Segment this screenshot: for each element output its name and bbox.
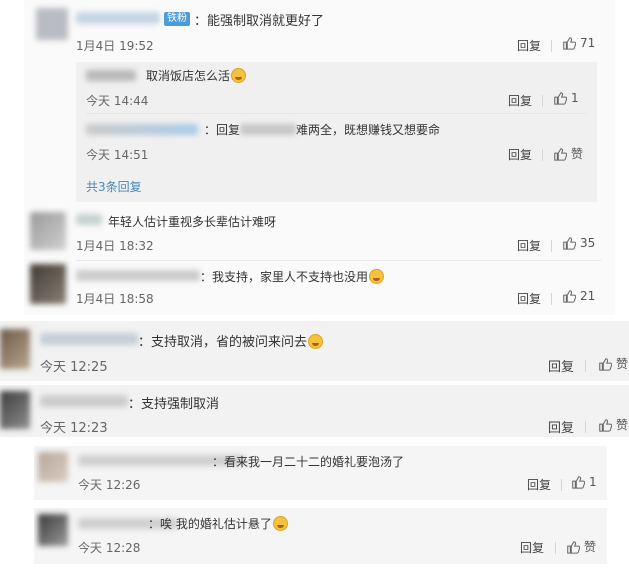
- divider-line: [86, 113, 586, 114]
- comment-text-content: ：我支持，家里人不支持也没用: [200, 270, 369, 284]
- comment-text: 年轻人估计重视多长辈估计难呀: [108, 215, 277, 229]
- reply-prefix: ：回复: [204, 123, 241, 137]
- username-blurred[interactable]: [86, 70, 136, 81]
- comment-text: ：支持强制取消: [128, 397, 220, 412]
- reply-time: 今天 14:51: [86, 148, 149, 162]
- avatar[interactable]: [0, 391, 30, 429]
- thumbs-up-icon: [563, 37, 576, 50]
- comment-panel-4: ：看来我一月二十二的婚礼要泡汤了 今天 12:26 回复 1: [34, 446, 607, 500]
- laugh-emoji-icon: [231, 68, 247, 83]
- comment-panel-3: ：支持强制取消 今天 12:23 回复 赞: [0, 385, 629, 437]
- comment-text: ：看来我一月二十二的婚礼要泡汤了: [212, 455, 405, 469]
- thumbs-up-icon: [572, 476, 585, 489]
- like-count: 71: [580, 36, 596, 50]
- thumbs-up-icon: [563, 290, 576, 303]
- username-blurred[interactable]: [86, 124, 198, 135]
- like-button[interactable]: 35: [562, 236, 595, 250]
- reply-text-content: 难两全，既想赚钱又想要命: [296, 123, 441, 137]
- comment-time: 今天 12:25: [40, 360, 108, 375]
- divider: [551, 40, 552, 52]
- divider: [585, 360, 586, 372]
- comment-time: 今天 12:23: [40, 421, 108, 436]
- crying-emoji-icon: [272, 516, 288, 531]
- like-button[interactable]: 赞: [566, 538, 596, 555]
- like-button[interactable]: 21: [562, 289, 595, 303]
- divider: [561, 479, 562, 491]
- thumbs-up-icon: [563, 237, 576, 250]
- like-count: 21: [580, 289, 596, 303]
- fan-badge: 铁粉: [164, 12, 190, 26]
- comment-time: 1月4日 18:58: [76, 292, 154, 306]
- reply-text: 取消饭店怎么活: [146, 67, 247, 84]
- reply-text: ：回复 难两全，既想赚钱又想要命: [204, 121, 440, 138]
- divider: [542, 95, 543, 107]
- username-blurred[interactable]: [40, 333, 138, 345]
- reply-button[interactable]: 回复: [508, 146, 532, 163]
- username-blurred[interactable]: [76, 214, 102, 225]
- reply-time: 今天 14:44: [86, 94, 149, 108]
- comment-panel-top: 铁粉 ：能强制取消就更好了 1月4日 19:52 回复 71 取消饭店怎么活 今…: [24, 0, 615, 315]
- comment-time: 今天 12:26: [78, 478, 141, 492]
- thinking-emoji-icon: [308, 334, 324, 349]
- like-count: 赞: [571, 147, 584, 161]
- avatar[interactable]: [30, 212, 66, 250]
- reply-button[interactable]: 回复: [517, 237, 541, 254]
- like-count: 赞: [584, 540, 597, 554]
- reply-text-content: 取消饭店怎么活: [146, 69, 231, 83]
- thumbs-up-icon: [554, 147, 567, 161]
- comment-time: 1月4日 19:52: [76, 39, 154, 53]
- mention-blurred[interactable]: [240, 124, 297, 135]
- divider-line: [76, 260, 601, 261]
- like-count: 1: [589, 475, 597, 489]
- reply-button[interactable]: 回复: [508, 92, 532, 109]
- like-count: 赞: [616, 357, 629, 371]
- like-button[interactable]: 赞: [553, 145, 583, 162]
- username-blurred[interactable]: [76, 270, 200, 281]
- username-blurred[interactable]: [76, 12, 160, 24]
- reply-button[interactable]: 回复: [517, 290, 541, 307]
- like-count: 赞: [616, 418, 629, 432]
- comment-text-content: ：唉 我的婚礼估计悬了: [148, 517, 272, 531]
- reply-button[interactable]: 回复: [517, 37, 541, 54]
- laugh-emoji-icon: [369, 269, 385, 284]
- like-button[interactable]: 赞: [598, 416, 628, 433]
- reply-button[interactable]: 回复: [520, 539, 544, 556]
- thumbs-up-icon: [554, 92, 567, 105]
- divider: [555, 542, 556, 554]
- reply-button[interactable]: 回复: [548, 356, 574, 375]
- like-count: 35: [580, 236, 596, 250]
- like-count: 1: [571, 91, 579, 105]
- divider: [551, 293, 552, 305]
- comment-text-content: ：支持取消，省的被问来问去: [138, 335, 308, 350]
- thumbs-up-icon: [567, 540, 580, 554]
- avatar[interactable]: [30, 264, 66, 304]
- divider: [542, 149, 543, 161]
- like-button[interactable]: 赞: [598, 355, 628, 372]
- thumbs-up-icon: [599, 418, 612, 432]
- avatar[interactable]: [36, 8, 68, 40]
- comment-text: ：我支持，家里人不支持也没用: [200, 268, 385, 285]
- comment-text: ：支持取消，省的被问来问去: [138, 331, 324, 350]
- reply-button[interactable]: 回复: [527, 476, 551, 493]
- comment-text: ：能强制取消就更好了: [194, 14, 325, 29]
- reply-button[interactable]: 回复: [548, 417, 574, 436]
- divider: [551, 240, 552, 252]
- comment-time: 今天 12:28: [78, 541, 141, 555]
- divider: [585, 421, 586, 433]
- comment-text: ：唉 我的婚礼估计悬了: [148, 515, 288, 532]
- reply-thread: 取消饭店怎么活 今天 14:44 回复 1 ：回复 难两全，既想赚钱又想要命 今天…: [76, 62, 597, 202]
- username-blurred[interactable]: [40, 395, 128, 407]
- like-button[interactable]: 1: [571, 475, 597, 489]
- comment-time: 1月4日 18:32: [76, 239, 154, 253]
- comment-panel-5: ：唉 我的婚礼估计悬了 今天 12:28 回复 赞: [34, 508, 607, 564]
- avatar[interactable]: [38, 452, 68, 482]
- avatar[interactable]: [38, 514, 68, 546]
- comment-panel-2: ：支持取消，省的被问来问去 今天 12:25 回复 赞: [0, 321, 629, 381]
- avatar[interactable]: [0, 329, 30, 369]
- more-replies-link[interactable]: 共3条回复: [86, 178, 142, 195]
- like-button[interactable]: 71: [562, 36, 595, 50]
- thumbs-up-icon: [599, 357, 612, 371]
- like-button[interactable]: 1: [553, 91, 579, 105]
